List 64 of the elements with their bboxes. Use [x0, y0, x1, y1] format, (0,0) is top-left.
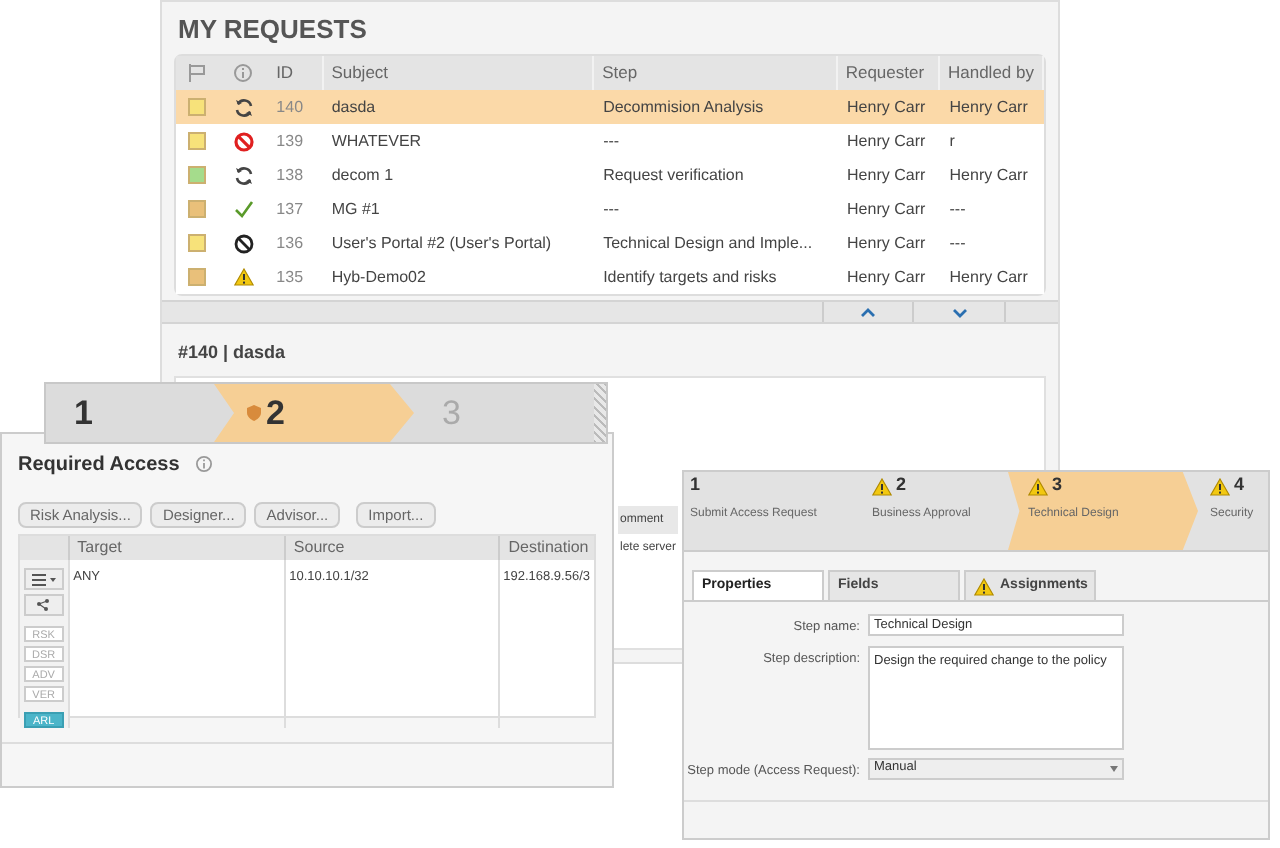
table-cell-text: Henry Carr: [947, 265, 1030, 289]
detail-title: #140 | dasda: [176, 340, 288, 366]
table-cell-text: MG #1: [329, 197, 382, 221]
caret-icon: [1110, 765, 1118, 772]
step-number: 3: [1052, 472, 1063, 499]
table-cell-text: Henry Carr: [845, 231, 928, 255]
network-button[interactable]: [23, 594, 64, 616]
table-cell-text: Henry Carr: [845, 265, 928, 289]
warning-icon: [233, 268, 254, 286]
table-cell-text: ---: [947, 231, 968, 255]
nodes-icon: [36, 598, 51, 612]
column-header[interactable]: Source: [283, 536, 499, 560]
table-cell-text: Hyb-Demo02: [329, 265, 428, 289]
table-cell-text: decom 1: [329, 163, 396, 187]
section-title: Required Access: [18, 451, 180, 479]
warning-icon: [872, 477, 892, 495]
table-cell-text: dasda: [329, 95, 378, 119]
window-title: MY REQUESTS: [176, 12, 369, 48]
table-cell-text: ---: [947, 197, 968, 221]
check-icon: [233, 200, 254, 218]
step-number: 1: [690, 472, 701, 499]
table-cell-text: Identify targets and risks: [601, 265, 779, 289]
request-row[interactable]: 140 dasda Decommision Analysis Henry Carr Henry Carr: [176, 90, 1044, 124]
table-cell-text: ---: [601, 197, 622, 221]
table-cell-text: User's Portal #2 (User's Portal): [329, 231, 554, 255]
table-cell-text: 140: [274, 95, 306, 119]
wizard-step[interactable]: 2: [214, 384, 414, 442]
chevron-down-icon: [951, 307, 967, 317]
menu-button[interactable]: [23, 568, 64, 590]
warning-icon: [1210, 477, 1230, 495]
scroll-up-button[interactable]: [822, 302, 914, 322]
table-cell-text: 135: [274, 265, 306, 289]
refresh-icon: [233, 165, 254, 185]
table-cell-text: ---: [601, 129, 622, 153]
table-cell-text: r: [947, 129, 957, 153]
step-number: 2: [896, 472, 907, 499]
blocked-icon: [233, 131, 254, 151]
blocked-icon: [233, 233, 254, 253]
menu-icon: [31, 573, 56, 585]
table-cell-text: 139: [274, 129, 306, 153]
column-header[interactable]: Destination: [498, 536, 594, 560]
flag-icon[interactable]: [188, 64, 207, 82]
table-cell-text: Henry Carr: [845, 95, 928, 119]
table-cell-text: Henry Carr: [845, 163, 928, 187]
info-icon[interactable]: [195, 456, 212, 472]
table-cell-text: Henry Carr: [845, 129, 928, 153]
table-cell-text: Decommision Analysis: [601, 95, 766, 119]
table-cell-text: 138: [274, 163, 306, 187]
table-cell-text: 137: [274, 197, 306, 221]
table-cell-text: Request verification: [601, 163, 746, 187]
chevron-up-icon: [860, 307, 876, 317]
table-cell-text: Henry Carr: [845, 197, 928, 221]
table-cell-text: WHATEVER: [329, 129, 424, 153]
table-cell-text: 136: [274, 231, 306, 255]
warning-icon: [1028, 477, 1048, 495]
warning-icon: [974, 577, 994, 595]
wizard-step[interactable]: 1: [46, 384, 214, 442]
info-icon[interactable]: [234, 64, 253, 82]
resize-grip[interactable]: [594, 384, 606, 442]
table-cell-text: Technical Design and Imple...: [601, 231, 815, 255]
refresh-icon: [233, 97, 254, 117]
table-cell-text: Henry Carr: [947, 95, 1030, 119]
step-number: 4: [1234, 472, 1245, 499]
table-cell-text: Henry Carr: [947, 163, 1030, 187]
